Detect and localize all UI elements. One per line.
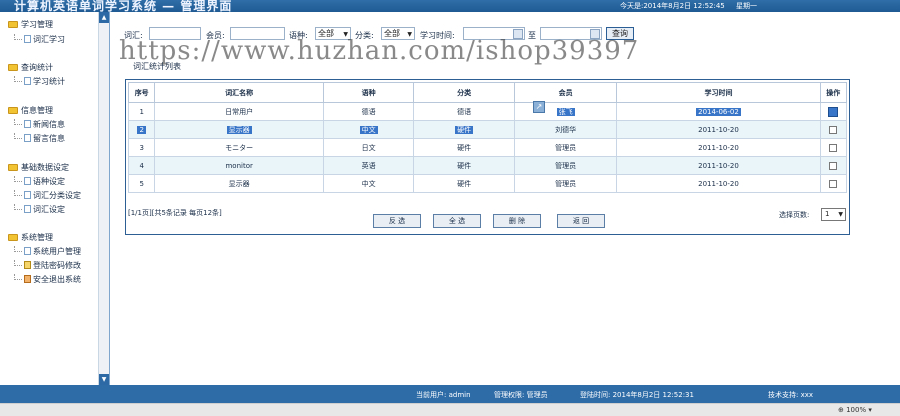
key-icon — [24, 261, 31, 269]
row-checkbox[interactable] — [829, 143, 838, 152]
table-row[interactable]: 5 显示器 中文 硬件 管理员 2011-10-20 — [127, 174, 848, 193]
document-icon — [24, 120, 31, 128]
cursor-arrow-icon: ↗ — [533, 101, 545, 113]
document-icon — [24, 177, 31, 185]
sidebar-item-vocab-study[interactable]: 词汇学习 — [14, 34, 65, 45]
page-select-label: 选择页数: — [779, 211, 810, 219]
document-icon — [24, 191, 31, 199]
folder-icon — [8, 21, 18, 28]
current-date: 今天是:2014年8月2日 12:52:45 — [620, 2, 725, 10]
scroll-down-arrow-icon[interactable]: ▼ — [99, 374, 109, 385]
sidebar-group-system[interactable]: 系统管理 — [8, 232, 53, 243]
sidebar-item-logout[interactable]: 安全退出系统 — [14, 274, 81, 285]
row-checkbox[interactable] — [829, 125, 838, 134]
sidebar-item-category-settings[interactable]: 词汇分类设定 — [14, 190, 81, 201]
sidebar-group-base-data[interactable]: 基础数据设定 — [8, 162, 69, 173]
sidebar-item-news[interactable]: 新闻信息 — [14, 119, 65, 130]
list-caption: 词汇统计列表 — [133, 62, 181, 71]
col-language: 语种 — [322, 82, 415, 103]
col-study-time: 学习时间 — [616, 82, 821, 103]
sidebar-item-study-stats[interactable]: 学习统计 — [14, 76, 65, 87]
chevron-down-icon: ▼ — [838, 211, 843, 218]
table-row[interactable]: 3 モニター 日文 硬件 管理员 2011-10-20 — [127, 138, 848, 157]
back-button[interactable]: 返 回 — [557, 214, 605, 228]
users-icon — [24, 247, 31, 255]
current-weekday: 星期一 — [736, 2, 757, 10]
table-row[interactable]: 1 日常用户 德语 德语 张飞 2014-06-02 — [127, 102, 848, 121]
delete-button[interactable]: 删 除 — [493, 214, 541, 228]
pager-summary: [1/1页][共5条记录 每页12条] — [128, 209, 222, 217]
document-icon — [24, 77, 31, 85]
sidebar-item-user-management[interactable]: 系统用户管理 — [14, 246, 81, 257]
tech-support: 技术支持: xxx — [768, 391, 814, 399]
row-checkbox[interactable] — [829, 179, 838, 188]
browser-status-bar: ⊕ 100% ▾ — [0, 403, 900, 416]
table-row[interactable]: 4 monitor 英语 硬件 管理员 2011-10-20 — [127, 156, 848, 175]
statistics-panel: 序号 词汇名称 语种 分类 会员 学习时间 操作 1 日常用户 德语 德语 张飞… — [125, 79, 850, 235]
sidebar: 学习管理 词汇学习 查询统计 学习统计 信息管理 新闻信息 留言信息 基础数据设… — [0, 12, 110, 385]
sidebar-scrollbar[interactable]: ▲ ▼ — [98, 12, 109, 385]
sidebar-item-change-password[interactable]: 登陆密码修改 — [14, 260, 81, 271]
sidebar-item-language-settings[interactable]: 语种设定 — [14, 176, 65, 187]
document-icon — [24, 205, 31, 213]
status-bar: 当前用户: admin 管理权限: 管理员 登陆时间: 2014年8月2日 12… — [0, 385, 900, 403]
watermark-url: https://www.huzhan.com/ishop39397 — [119, 36, 640, 66]
col-no: 序号 — [127, 82, 156, 103]
row-checkbox[interactable] — [829, 161, 838, 170]
col-category: 分类 — [413, 82, 515, 103]
sidebar-group-info[interactable]: 信息管理 — [8, 105, 53, 116]
folder-icon — [8, 164, 18, 171]
zoom-level[interactable]: ⊕ 100% ▾ — [838, 406, 872, 414]
sidebar-group-query[interactable]: 查询统计 — [8, 62, 53, 73]
document-icon — [24, 35, 31, 43]
exit-icon — [24, 275, 31, 283]
main-content: 词汇: 会员: 语种: 全部 ▼ 分类: 全部 ▼ 学习时间: 至 查询 https… — [111, 12, 900, 385]
invert-selection-button[interactable]: 反 选 — [373, 214, 421, 228]
current-user: 当前用户: admin — [416, 391, 471, 399]
scroll-up-arrow-icon[interactable]: ▲ — [99, 12, 109, 23]
sidebar-item-messages[interactable]: 留言信息 — [14, 133, 65, 144]
sidebar-group-study[interactable]: 学习管理 — [8, 19, 53, 30]
page-select[interactable]: 1 ▼ — [821, 208, 846, 221]
col-name: 词汇名称 — [154, 82, 324, 103]
folder-icon — [8, 107, 18, 114]
statistics-table: 序号 词汇名称 语种 分类 会员 学习时间 操作 1 日常用户 德语 德语 张飞… — [127, 82, 848, 193]
top-header: 计算机英语单词学习系统 — 管理界面 今天是:2014年8月2日 12:52:4… — [0, 0, 900, 13]
folder-icon — [8, 234, 18, 241]
select-all-button[interactable]: 全 选 — [433, 214, 481, 228]
sidebar-item-vocab-settings[interactable]: 词汇设定 — [14, 204, 65, 215]
row-checkbox[interactable] — [828, 106, 839, 117]
permission: 管理权限: 管理员 — [494, 391, 548, 399]
col-action: 操作 — [819, 82, 848, 103]
table-row[interactable]: 2 显示器 中文 硬件 刘德华 2011-10-20 — [127, 120, 848, 139]
document-icon — [24, 134, 31, 142]
col-member: 会员 — [513, 82, 618, 103]
table-header-row: 序号 词汇名称 语种 分类 会员 学习时间 操作 — [127, 82, 848, 103]
folder-icon — [8, 64, 18, 71]
login-time: 登陆时间: 2014年8月2日 12:52:31 — [580, 391, 694, 399]
